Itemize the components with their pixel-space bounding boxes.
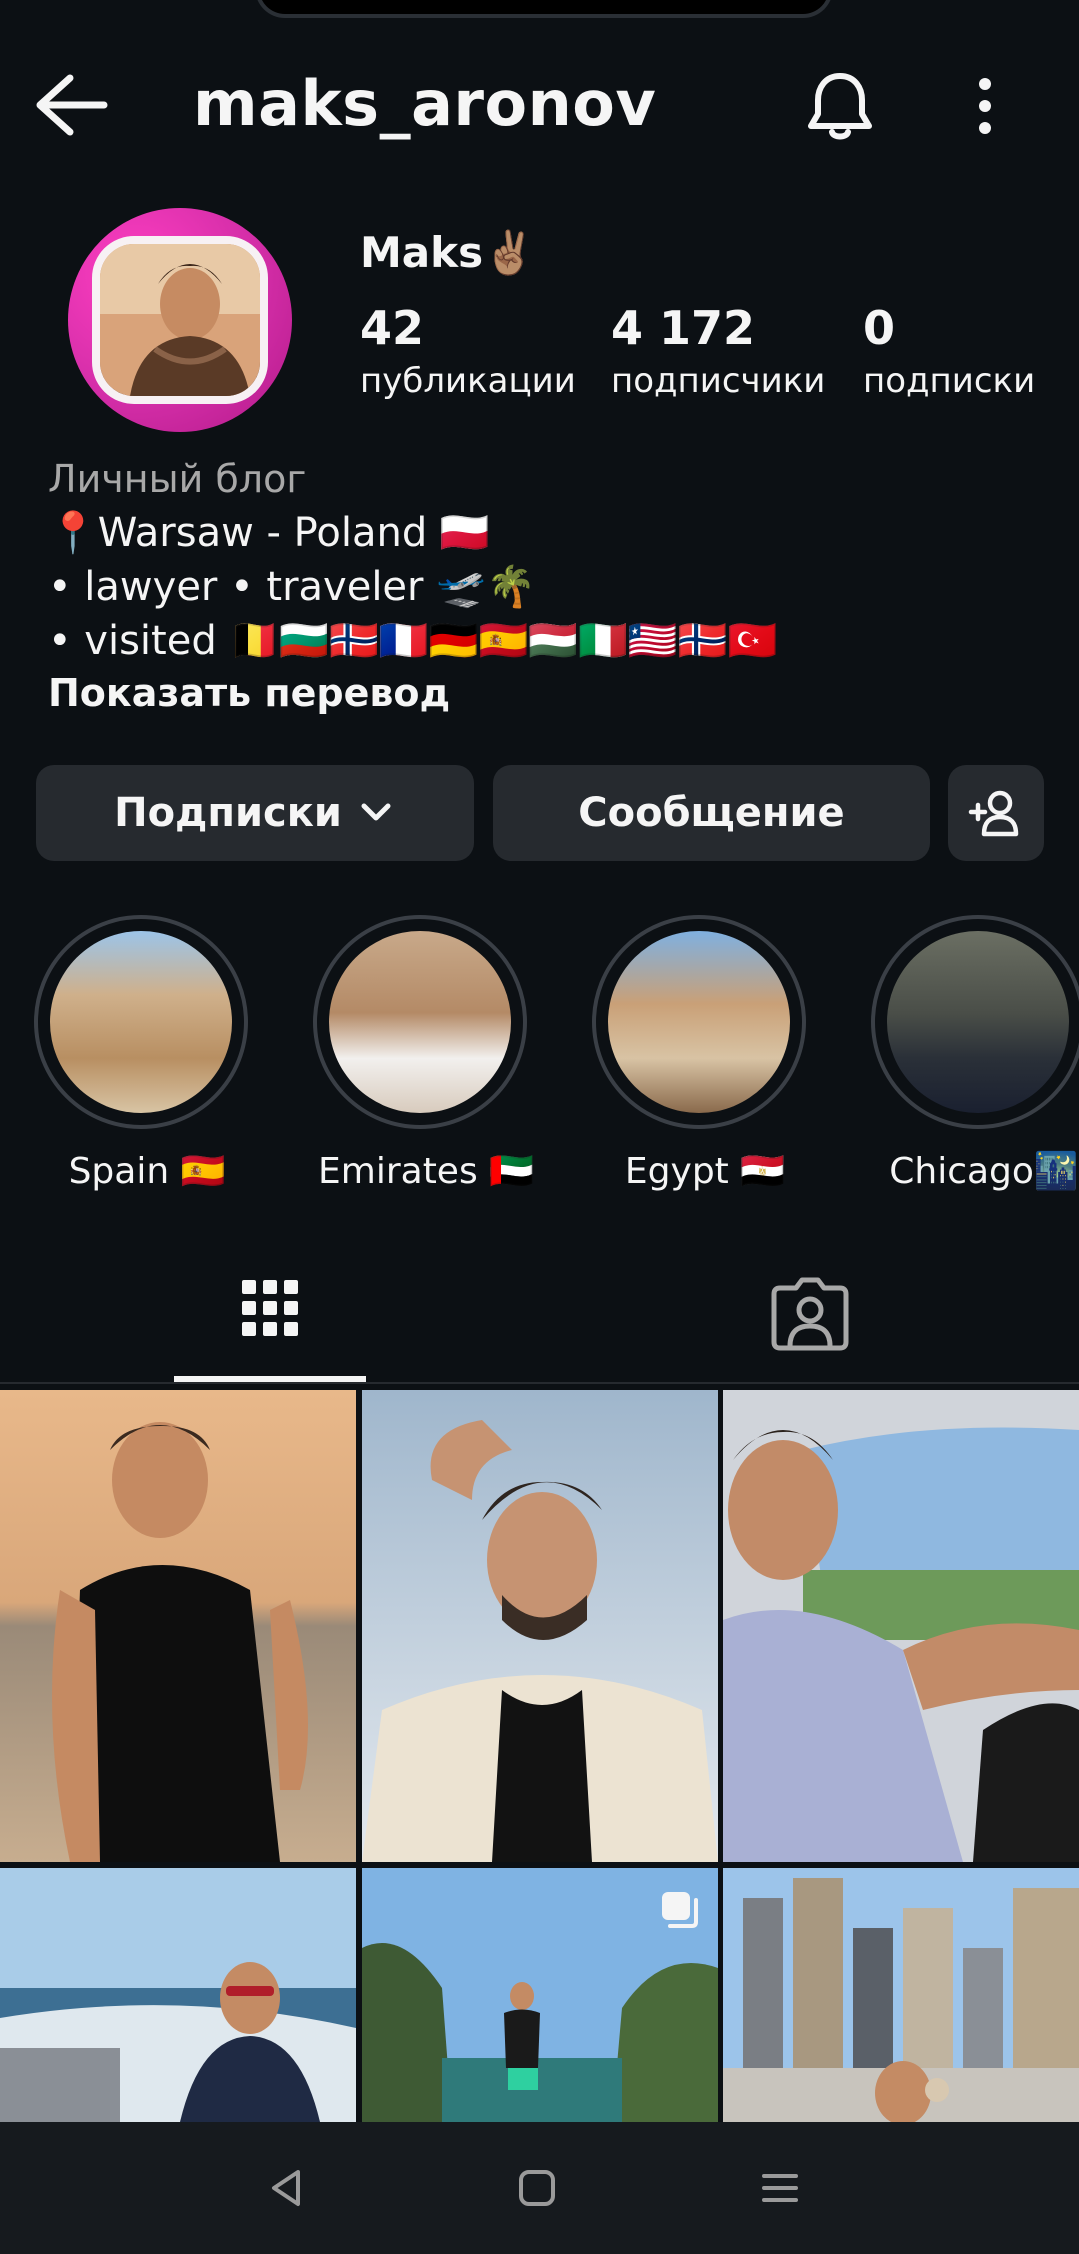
back-button[interactable] [30,70,114,140]
chevron-down-icon [361,803,391,821]
post-thumbnail[interactable] [362,1868,718,2122]
system-navigation-bar [0,2122,1079,2254]
following-button[interactable]: Подписки [36,765,474,861]
notifications-button[interactable] [805,70,875,142]
highlight-ring [313,915,527,1129]
following-button-label: Подписки [114,790,342,836]
followers-count: 4 172 [611,301,756,355]
profile-category: Личный блог [48,457,307,501]
bell-icon [808,73,872,140]
person-add-icon [968,790,1019,837]
tab-tagged-posts[interactable] [740,1250,880,1384]
profile-avatar[interactable] [68,208,292,432]
more-options-button[interactable] [960,70,1010,142]
bio-line-location: 📍Warsaw - Poland 🇵🇱 [48,510,490,556]
followers-stat[interactable]: 4 172 подписчики [611,300,825,406]
bio-line-visited: • visited 🇧🇪🇧🇬🇳🇴🇫🇷🇩🇪🇪🇸🇭🇺🇮🇹🇱🇷🇳🇴🇹🇷 [48,618,778,664]
more-vertical-icon [979,78,991,134]
tagged-person-icon [771,1277,849,1351]
grid-icon [242,1280,298,1336]
highlight-label: Chicago🌃 [889,1151,1079,1192]
highlight-spain[interactable]: Spain 🇪🇸 [34,915,260,1197]
message-button[interactable]: Сообщение [493,765,930,861]
bio-line-occupation: • lawyer • traveler 🛫🌴 [48,564,536,610]
highlight-ring [34,915,248,1129]
post-thumbnail[interactable] [723,1390,1079,1862]
profile-username: maks_aronov [193,67,657,140]
highlight-label: Egypt 🇪🇬 [624,1151,786,1192]
highlight-cover [608,931,790,1113]
highlight-cover [50,931,232,1113]
following-label: подписки [863,361,1036,401]
display-name: Maks✌🏽 [360,228,536,277]
nav-back-icon[interactable] [264,2166,308,2210]
carousel-icon [662,1892,698,1928]
post-thumbnail[interactable] [0,1868,356,2122]
posts-stat[interactable]: 42 публикации [360,300,576,406]
highlight-ring [871,915,1079,1129]
post-thumbnail[interactable] [362,1390,718,1862]
highlight-emirates[interactable]: Emirates 🇦🇪 [313,915,539,1197]
posts-count: 42 [360,301,425,355]
add-user-button[interactable] [948,765,1044,861]
show-translation-link[interactable]: Показать перевод [48,665,450,721]
arrow-left-icon [36,74,108,136]
highlight-egypt[interactable]: Egypt 🇪🇬 [592,915,818,1197]
highlight-cover [887,931,1069,1113]
message-button-label: Сообщение [578,790,845,836]
highlight-label: Spain 🇪🇸 [68,1151,226,1192]
posts-label: публикации [360,361,576,401]
nav-home-icon[interactable] [515,2166,559,2210]
highlight-cover [329,931,511,1113]
tabs-divider [0,1382,1079,1384]
followers-label: подписчики [611,361,826,401]
avatar-photo [92,236,268,404]
following-stat[interactable]: 0 подписки [863,300,1035,406]
following-count: 0 [863,301,896,355]
post-thumbnail[interactable] [723,1868,1079,2122]
post-thumbnail[interactable] [0,1390,356,1862]
camera-notch [255,0,833,18]
tab-posts-grid[interactable] [174,1250,366,1384]
nav-recents-icon[interactable] [758,2166,802,2210]
highlight-ring [592,915,806,1129]
highlight-chicago[interactable]: Chicago🌃 [871,915,1079,1197]
highlight-label: Emirates 🇦🇪 [318,1151,534,1192]
